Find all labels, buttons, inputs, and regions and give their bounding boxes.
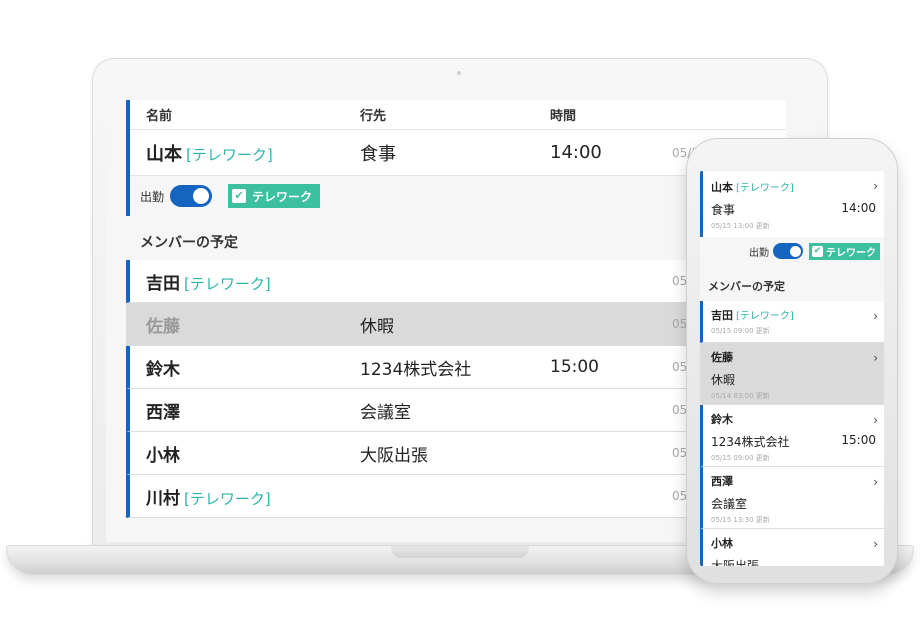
mobile-member-list: 吉田 [テレワーク] › 05/15 09:00 更新 佐藤 › 休暇 05/14 83:00… [700,301,884,566]
member-name-cell: 佐藤 [146,312,360,337]
mobile-member-card[interactable]: 小林 › 大阪出張 [700,529,884,566]
mobile-member-destination: 休暇 [711,373,736,387]
mobile-member-time: 15:00 [841,433,876,447]
mobile-member-card[interactable]: 西澤 › 会議室 05/15 13:30 更新 [700,467,884,529]
member-name: 川村 [146,488,180,509]
mobile-self-card[interactable]: 山本 [テレワーク] › 食事 14:00 05/15 13:00 更新 [700,171,884,237]
telework-checkbox-label: テレワーク [252,189,313,204]
mobile-self-destination: 食事 [711,203,736,217]
mobile-member-detail: 休暇 [711,371,876,388]
member-time: 15:00 [550,357,599,377]
mobile-members-section-title: メンバーの予定 [708,280,785,293]
member-destination: 大阪出張 [360,445,428,466]
self-telework-tag: [テレワーク] [186,145,273,164]
laptop-camera [457,71,461,75]
mobile-member-name: 吉田 [711,309,733,322]
mobile-self-controls: 出勤 ✔ テレワーク [700,237,884,265]
mobile-member-name: 鈴木 [711,413,733,426]
mobile-member-name: 佐藤 [711,351,733,364]
member-name: 佐藤 [146,316,180,337]
mobile-self-time: 14:00 [841,201,876,215]
mobile-member-name-line: 佐藤 [711,349,876,365]
member-name: 西澤 [146,402,180,423]
header-destination: 行先 [360,109,387,124]
mobile-member-card[interactable]: 鈴木 › 1234株式会社 15:00 05/15 09:00 更新 [700,405,884,467]
member-name-cell: 小林 [146,441,360,466]
member-name: 吉田 [146,273,180,294]
member-destination: 休暇 [360,316,394,337]
attendance-label: 出勤 [140,189,165,204]
mobile-member-card[interactable]: 吉田 [テレワーク] › 05/15 09:00 更新 [700,301,884,343]
mobile-self-telework-tag: [テレワーク] [736,183,794,194]
mobile-member-name: 西澤 [711,475,733,488]
mobile-member-name-line: 小林 [711,535,876,551]
chevron-right-icon: › [873,475,878,489]
mobile-member-name: 小林 [711,537,733,550]
member-name: 鈴木 [146,359,180,380]
table-header: 名前 行先 時間 [130,100,786,130]
member-destination: 1234株式会社 [360,359,472,380]
mobile-member-updated: 05/15 09:00 更新 [711,327,770,335]
member-name-cell: 吉田 [テレワーク] [146,269,360,294]
mobile-telework-checkbox[interactable]: ✔ テレワーク [809,242,880,260]
mobile-screen: 山本 [テレワーク] › 食事 14:00 05/15 13:00 更新 出勤 ✔… [700,171,884,566]
mobile-self-name: 山本 [711,181,733,194]
mobile-member-destination: 1234株式会社 [711,435,790,449]
mobile-member-telework-tag: [テレワーク] [736,311,794,322]
mobile-self-updated: 05/15 13:00 更新 [711,222,770,230]
mobile-member-name-line: 吉田 [テレワーク] [711,307,876,323]
chevron-right-icon: › [873,351,878,365]
member-telework-tag: [テレワーク] [184,489,271,508]
mobile-telework-checkbox-label: テレワーク [826,247,876,259]
member-name-cell: 川村 [テレワーク] [146,484,360,509]
check-icon: ✔ [812,245,823,257]
chevron-right-icon: › [873,309,878,323]
mobile-member-detail: 会議室 [711,495,876,512]
chevron-right-icon: › [873,179,878,193]
telework-checkbox[interactable]: ✔ テレワーク [228,184,321,208]
mobile-attendance-toggle[interactable] [773,243,803,259]
member-destination: 会議室 [360,402,411,423]
chevron-right-icon: › [873,537,878,551]
member-name: 小林 [146,445,180,466]
mobile-member-name-line: 西澤 [711,473,876,489]
mobile-attendance-label: 出勤 [749,247,769,259]
mobile-member-updated: 05/15 13:30 更新 [711,516,770,524]
mobile-member-destination: 会議室 [711,497,748,511]
member-name-cell: 鈴木 [146,355,360,380]
mobile-member-card[interactable]: 佐藤 › 休暇 05/14 83:00 更新 [700,343,884,405]
mobile-member-detail: 1234株式会社 15:00 [711,433,876,450]
mobile-member-updated: 05/15 09:00 更新 [711,454,770,462]
member-telework-tag: [テレワーク] [184,274,271,293]
member-name-cell: 西澤 [146,398,360,423]
check-icon: ✔ [232,189,247,203]
self-time: 14:00 [550,142,602,163]
laptop-notch [391,546,529,558]
self-destination: 食事 [360,143,396,165]
mobile-member-updated: 05/14 83:00 更新 [711,392,770,400]
mobile-member-detail: 大阪出張 [711,557,876,566]
header-time: 時間 [550,109,577,124]
chevron-right-icon: › [873,413,878,427]
mobile-member-name-line: 鈴木 [711,411,876,427]
self-name: 山本 [146,143,182,165]
toggle-knob [193,188,210,204]
header-name: 名前 [146,109,173,124]
attendance-toggle[interactable] [170,185,213,207]
mobile-member-destination: 大阪出張 [711,559,760,566]
toggle-knob [790,245,801,257]
